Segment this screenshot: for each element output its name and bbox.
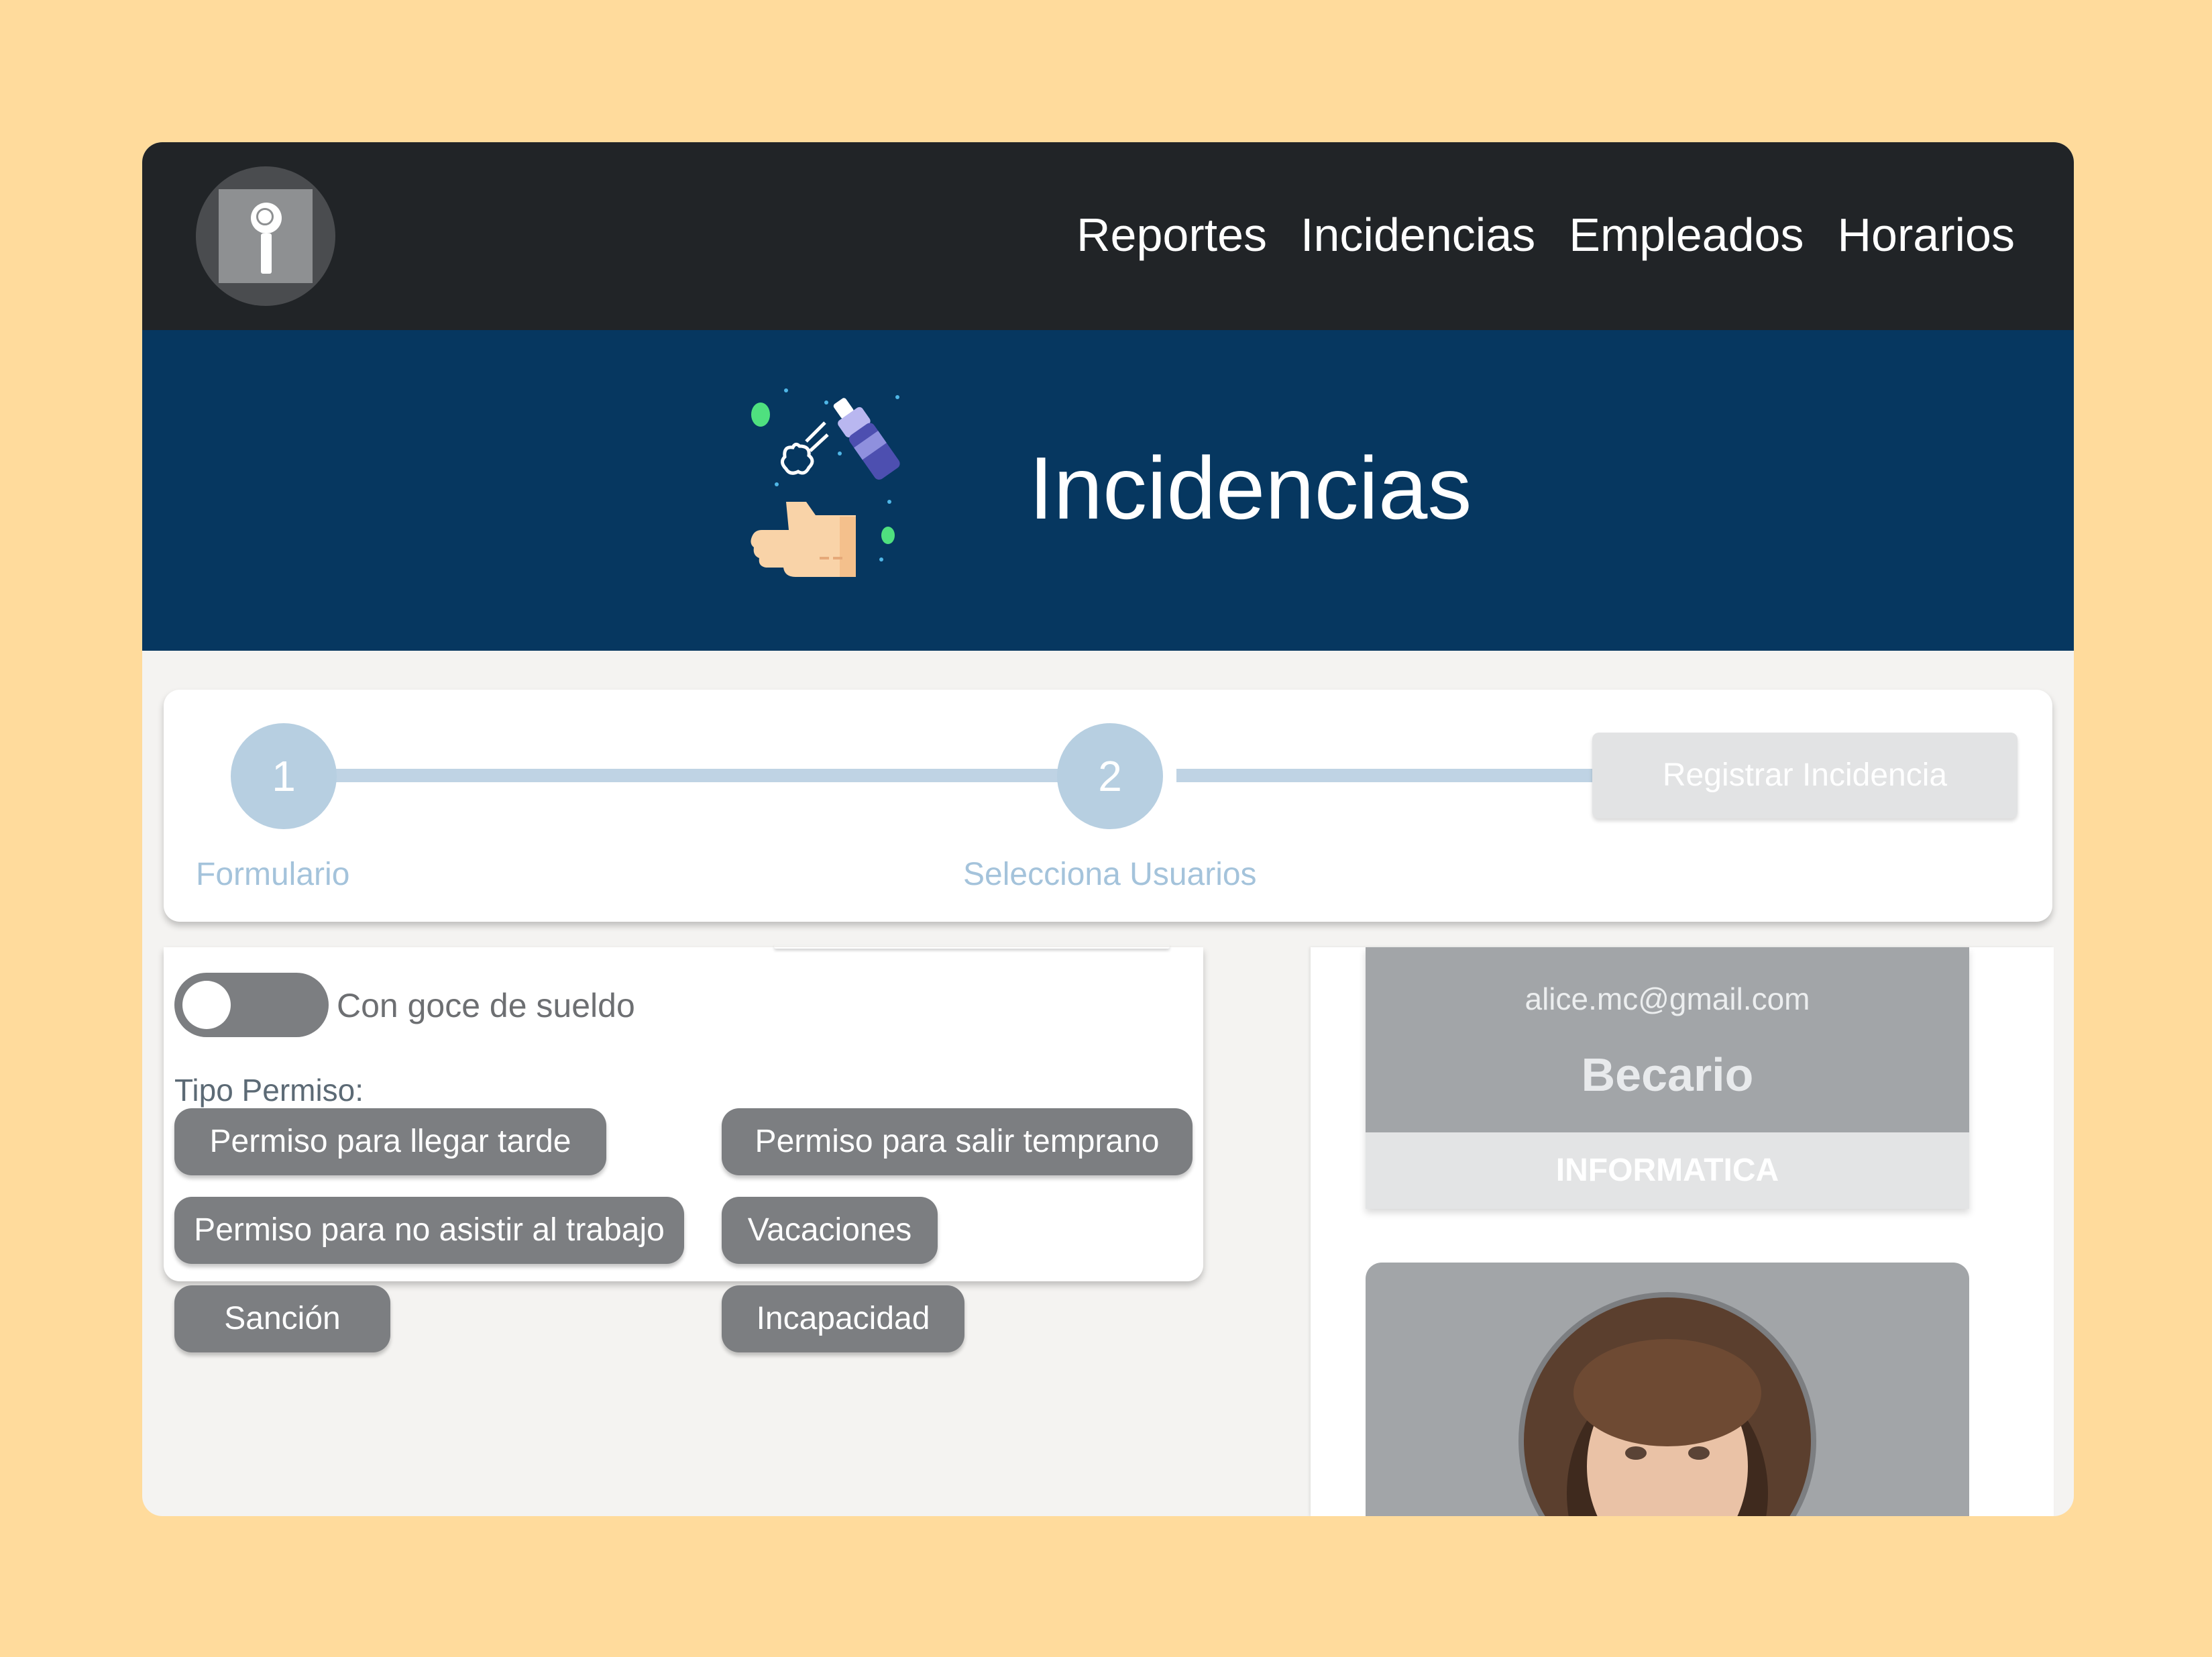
nav-item-reportes[interactable]: Reportes [1076, 208, 1267, 262]
scrolled-field-edge [774, 945, 1170, 949]
step-1-label: Formulario [196, 857, 350, 892]
step-2-label: Selecciona Usuarios [963, 857, 1257, 892]
permit-type-label: Tipo Permiso: [174, 1073, 364, 1108]
step-1-circle[interactable]: 1 [231, 723, 337, 829]
nav-item-incidencias[interactable]: Incidencias [1301, 208, 1535, 262]
main-nav: Reportes Incidencias Empleados Horarios [1076, 208, 2015, 262]
incident-form: Con goce de sueldo Tipo Permiso: Permiso… [164, 945, 1203, 1352]
paid-leave-toggle[interactable] [174, 973, 329, 1037]
hand-sanitizer-icon [751, 388, 900, 577]
chip-no-asistir[interactable]: Permiso para no asistir al trabajo [174, 1197, 684, 1264]
nav-item-horarios[interactable]: Horarios [1837, 208, 2015, 262]
chip-sancion[interactable]: Sanción [174, 1285, 390, 1352]
user-role: Becario [1581, 1049, 1754, 1101]
top-navbar: Reportes Incidencias Empleados Horarios [142, 142, 2074, 330]
users-panel[interactable]: alice.mc@gmail.com Becario INFORMATICA [1311, 947, 2054, 1516]
chip-salir-temprano[interactable]: Permiso para salir temprano [722, 1108, 1193, 1175]
user-card[interactable] [1366, 1263, 1969, 1516]
chip-incapacidad[interactable]: Incapacidad [722, 1285, 964, 1352]
app-logo[interactable] [196, 166, 335, 306]
fingerprint-key-icon [219, 189, 313, 283]
user-photo-icon [1524, 1297, 1811, 1516]
hero-banner: Incidencias [142, 330, 2074, 651]
user-email: alice.mc@gmail.com [1525, 981, 1810, 1016]
user-card[interactable]: alice.mc@gmail.com Becario INFORMATICA [1366, 947, 1969, 1209]
user-department: INFORMATICA [1366, 1132, 1969, 1209]
step-connector [1176, 769, 1599, 782]
nav-item-empleados[interactable]: Empleados [1569, 208, 1804, 262]
page-title: Incidencias [1029, 439, 1472, 537]
chip-llegar-tarde[interactable]: Permiso para llegar tarde [174, 1108, 606, 1175]
avatar [1518, 1292, 1816, 1516]
paid-leave-label: Con goce de sueldo [337, 987, 635, 1024]
app-window: Reportes Incidencias Empleados Horarios [142, 142, 2074, 1516]
step-2-circle[interactable]: 2 [1057, 723, 1163, 829]
toggle-knob [182, 981, 231, 1029]
chip-vacaciones[interactable]: Vacaciones [722, 1197, 938, 1264]
register-incident-button[interactable]: Registrar Incidencia [1592, 733, 2017, 818]
step-connector [283, 769, 1155, 782]
stepper: 1 2 Formulario Selecciona Usuarios Regis… [164, 690, 2052, 922]
